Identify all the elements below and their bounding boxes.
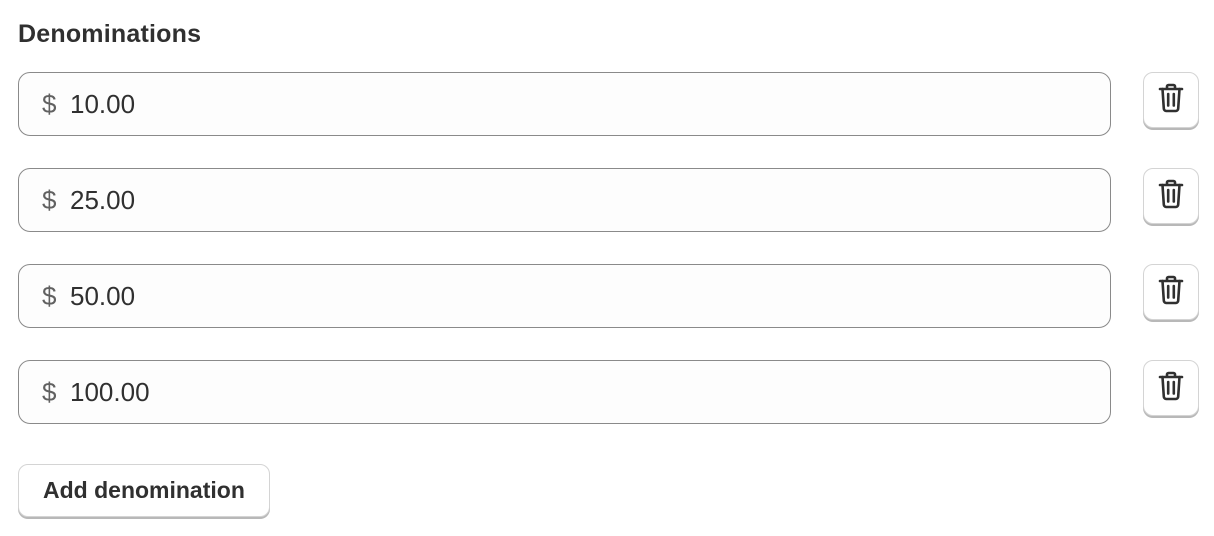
- denomination-row: $: [18, 360, 1200, 424]
- add-denomination-button[interactable]: Add denomination: [18, 464, 270, 517]
- denomination-field[interactable]: $: [18, 168, 1111, 232]
- currency-prefix: $: [42, 88, 57, 119]
- section-title: Denominations: [18, 20, 202, 48]
- trash-icon: [1158, 83, 1184, 118]
- denomination-field[interactable]: $: [18, 72, 1111, 136]
- currency-prefix: $: [42, 184, 57, 215]
- denomination-input[interactable]: [70, 184, 1070, 216]
- delete-denomination-button[interactable]: [1143, 72, 1199, 128]
- denomination-row: $: [18, 72, 1200, 136]
- delete-denomination-button[interactable]: [1143, 264, 1199, 320]
- delete-denomination-button[interactable]: [1143, 168, 1199, 224]
- denomination-row: $: [18, 168, 1200, 232]
- denomination-field[interactable]: $: [18, 264, 1111, 328]
- denomination-input[interactable]: [70, 280, 1070, 312]
- currency-prefix: $: [42, 376, 57, 407]
- denomination-field[interactable]: $: [18, 360, 1111, 424]
- denominations-card: Denominations $ $: [0, 0, 1214, 536]
- delete-denomination-button[interactable]: [1143, 360, 1199, 416]
- currency-prefix: $: [42, 280, 57, 311]
- trash-icon: [1158, 371, 1184, 406]
- denomination-row: $: [18, 264, 1200, 328]
- denomination-input[interactable]: [70, 88, 1070, 120]
- trash-icon: [1158, 179, 1184, 214]
- denomination-input[interactable]: [70, 376, 1070, 408]
- trash-icon: [1158, 275, 1184, 310]
